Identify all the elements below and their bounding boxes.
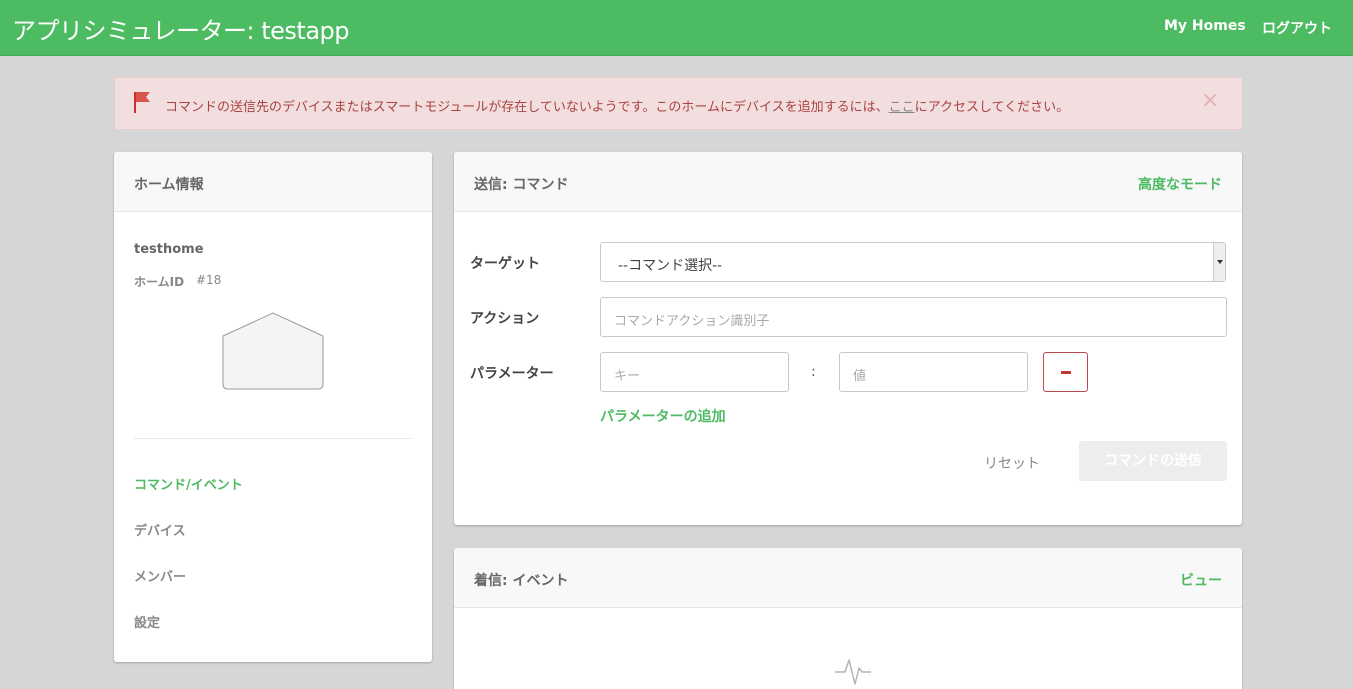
alert-message-after: にアクセスしてください。 — [914, 100, 1070, 115]
send-command-panel: 送信: コマンド 高度なモード ターゲット --コマンド選択-- アクション コ… — [454, 152, 1242, 525]
home-info-panel: ホーム情報 testhome ホームID #18 コマンド/イベント デバイス … — [114, 152, 432, 662]
incoming-events-panel: 着信: イベント ビュー — [454, 548, 1242, 689]
app-title: アプリシミュレーター: testapp — [12, 17, 350, 45]
flag-icon — [134, 92, 150, 113]
home-info-title: ホーム情報 — [134, 177, 204, 193]
close-icon[interactable]: × — [1201, 90, 1219, 112]
home-info-header: ホーム情報 — [114, 152, 432, 212]
top-navbar: アプリシミュレーター: testapp My Homes ログアウト — [0, 0, 1353, 56]
reset-button[interactable]: リセット — [984, 453, 1040, 473]
advanced-mode-link[interactable]: 高度なモード — [1138, 174, 1222, 194]
pulse-icon — [835, 659, 871, 685]
remove-param-button[interactable] — [1043, 352, 1088, 392]
home-name: testhome — [134, 242, 204, 257]
home-id-label: ホームID — [134, 275, 185, 289]
home-icon — [222, 312, 324, 390]
home-id-value: #18 — [196, 273, 222, 287]
sidebar-item-commands-events[interactable]: コマンド/イベント — [134, 474, 243, 493]
params-label: パラメーター — [470, 366, 554, 382]
nav-my-homes-link[interactable]: My Homes — [1164, 18, 1246, 34]
incoming-events-title: 着信: イベント — [474, 573, 569, 589]
warning-alert: コマンドの送信先のデバイスまたはスマートモジュールが存在していないようです。この… — [114, 77, 1243, 130]
sidebar-item-settings[interactable]: 設定 — [134, 612, 160, 631]
param-key-placeholder: キー — [614, 369, 641, 384]
alert-message-before: コマンドの送信先のデバイスまたはスマートモジュールが存在していないようです。この… — [165, 100, 889, 115]
send-command-title: 送信: コマンド — [474, 177, 569, 193]
caret-down-icon — [1213, 243, 1225, 281]
send-command-header: 送信: コマンド 高度なモード — [454, 152, 1242, 212]
alert-here-link[interactable]: ここ — [889, 100, 915, 115]
action-label: アクション — [470, 311, 540, 327]
nav-logout-link[interactable]: ログアウト — [1262, 18, 1332, 38]
action-placeholder: コマンドアクション識別子 — [614, 314, 770, 329]
sidebar-item-devices[interactable]: デバイス — [134, 520, 186, 539]
param-separator: : — [811, 364, 816, 380]
incoming-events-header: 着信: イベント ビュー — [454, 548, 1242, 608]
target-select[interactable]: --コマンド選択-- — [600, 242, 1226, 282]
target-select-value: --コマンド選択-- — [618, 258, 723, 274]
param-value-input[interactable]: 値 — [839, 352, 1028, 392]
param-key-input[interactable]: キー — [600, 352, 789, 392]
send-command-button[interactable]: コマンドの送信 — [1079, 441, 1227, 481]
sidebar-item-members[interactable]: メンバー — [134, 566, 186, 585]
action-input[interactable]: コマンドアクション識別子 — [600, 297, 1227, 337]
param-value-placeholder: 値 — [853, 369, 867, 384]
alert-message: コマンドの送信先のデバイスまたはスマートモジュールが存在していないようです。この… — [165, 96, 1069, 115]
view-link[interactable]: ビュー — [1180, 570, 1222, 590]
add-param-link[interactable]: パラメーターの追加 — [600, 406, 726, 426]
left-divider — [134, 438, 412, 439]
target-label: ターゲット — [470, 256, 540, 272]
